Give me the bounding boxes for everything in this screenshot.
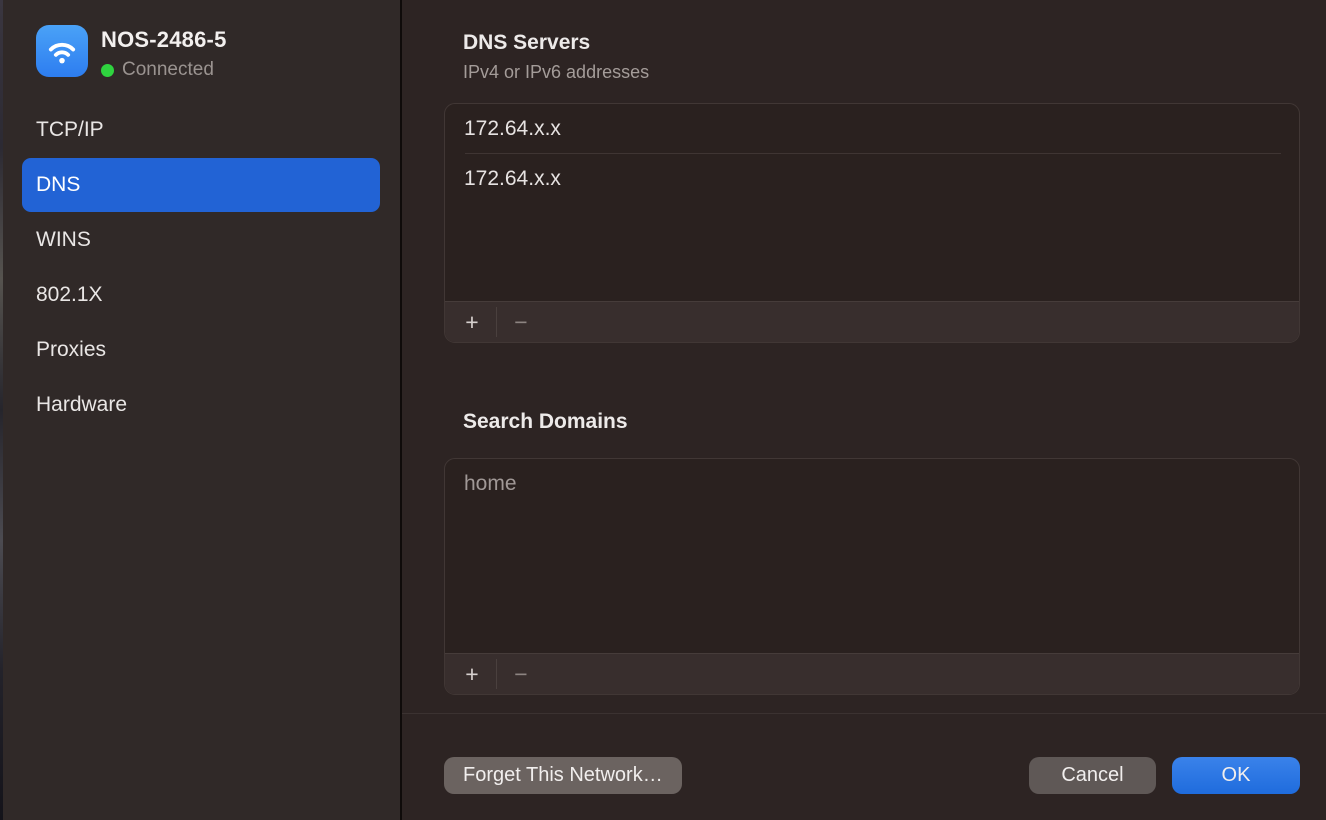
sidebar-nav: TCP/IP DNS WINS 802.1X Proxies Hardware — [0, 103, 400, 432]
dns-servers-list: 172.64.x.x 172.64.x.x + − — [444, 103, 1300, 343]
network-status: Connected — [101, 59, 227, 81]
connected-status-dot-icon — [101, 64, 114, 77]
wifi-icon — [36, 25, 88, 77]
sidebar-item-dns[interactable]: DNS — [22, 158, 380, 212]
sidebar: NOS-2486-5 Connected TCP/IP DNS WINS 802… — [0, 0, 402, 820]
sidebar-item-wins[interactable]: WINS — [22, 213, 380, 267]
forget-network-button[interactable]: Forget This Network… — [444, 757, 682, 794]
network-info: NOS-2486-5 Connected — [101, 25, 227, 81]
bottom-separator — [402, 713, 1326, 714]
network-header: NOS-2486-5 Connected — [0, 0, 400, 81]
search-domain-entry[interactable]: home — [445, 459, 1299, 508]
window-edge-strip — [0, 0, 3, 820]
remove-dns-server-button[interactable]: − — [502, 302, 540, 342]
dns-panel: DNS Servers IPv4 or IPv6 addresses 172.6… — [402, 0, 1326, 820]
connected-status-label: Connected — [122, 59, 214, 81]
sidebar-item-8021x[interactable]: 802.1X — [22, 268, 380, 322]
dns-server-entry[interactable]: 172.64.x.x — [445, 104, 1299, 153]
footer-divider — [496, 307, 497, 337]
sidebar-item-hardware[interactable]: Hardware — [22, 378, 380, 432]
sidebar-item-proxies[interactable]: Proxies — [22, 323, 380, 377]
ok-button[interactable]: OK — [1172, 757, 1300, 794]
network-details-window: NOS-2486-5 Connected TCP/IP DNS WINS 802… — [0, 0, 1326, 820]
action-button-row: Forget This Network… Cancel OK — [444, 757, 1300, 794]
footer-divider — [496, 659, 497, 689]
search-domains-title: Search Domains — [444, 409, 1300, 435]
sidebar-item-tcpip[interactable]: TCP/IP — [22, 103, 380, 157]
dns-servers-subtitle: IPv4 or IPv6 addresses — [444, 61, 1300, 83]
add-search-domain-button[interactable]: + — [453, 654, 491, 694]
dns-servers-footer: + − — [445, 301, 1299, 342]
search-domains-rows: home — [445, 459, 1299, 653]
remove-search-domain-button[interactable]: − — [502, 654, 540, 694]
search-domains-footer: + − — [445, 653, 1299, 694]
cancel-button[interactable]: Cancel — [1029, 757, 1156, 794]
add-dns-server-button[interactable]: + — [453, 302, 491, 342]
dns-servers-title: DNS Servers — [444, 0, 1300, 56]
search-domains-list: home + − — [444, 458, 1300, 695]
dns-server-entry[interactable]: 172.64.x.x — [445, 154, 1299, 203]
dns-servers-rows: 172.64.x.x 172.64.x.x — [445, 104, 1299, 301]
network-name: NOS-2486-5 — [101, 27, 227, 53]
